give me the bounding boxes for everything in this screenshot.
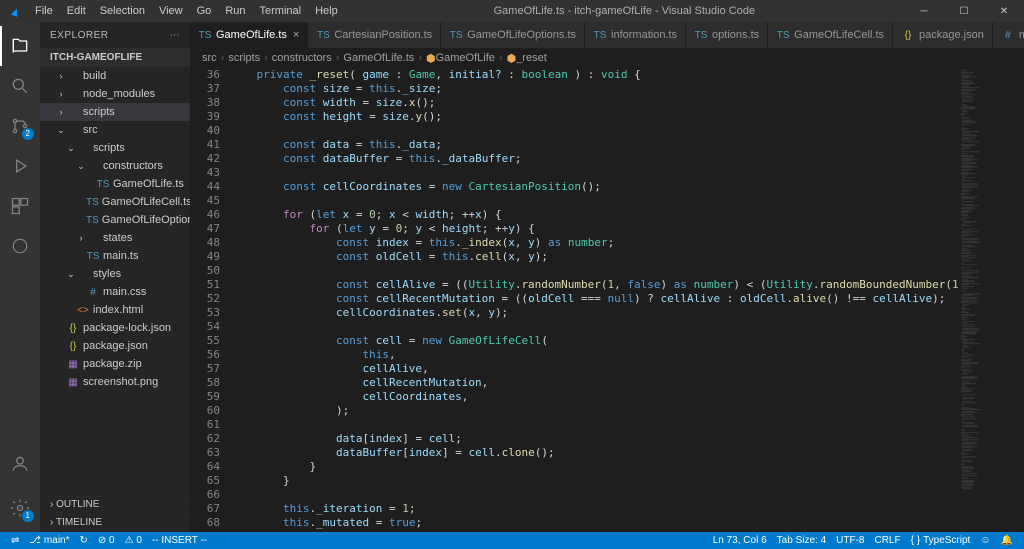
menu-file[interactable]: File [28, 5, 60, 17]
window-maximize[interactable]: ☐ [944, 0, 984, 22]
tab-close-icon[interactable]: × [293, 29, 299, 41]
window-minimize[interactable]: ─ [904, 0, 944, 22]
tree-item[interactable]: ⌄styles [40, 265, 190, 283]
activity-settings[interactable]: 1 [0, 488, 40, 528]
tree-item[interactable]: TSmain.ts [40, 247, 190, 265]
sidebar-more-icon[interactable]: ⋯ [170, 30, 181, 41]
app-icon [0, 4, 28, 18]
activity-account[interactable] [0, 444, 40, 484]
window-title: GameOfLife.ts - itch-gameOfLife - Visual… [345, 5, 904, 17]
tab[interactable]: TSGameOfLife.ts× [190, 22, 308, 48]
minimap[interactable]: ███ ████████ ██████████████████████ ████… [959, 68, 1024, 532]
status-errors[interactable]: ⊘ 0 [93, 535, 120, 546]
activity-debug[interactable] [0, 146, 40, 186]
scm-badge: 2 [22, 128, 34, 140]
tree-item[interactable]: ▦screenshot.png [40, 373, 190, 391]
sidebar-title: EXPLORER [50, 30, 108, 41]
status-feedback-icon[interactable]: ☺ [975, 535, 995, 546]
tree-item[interactable]: ⌄constructors [40, 157, 190, 175]
status-cursor[interactable]: Ln 73, Col 6 [708, 535, 772, 546]
menubar: FileEditSelectionViewGoRunTerminalHelp [28, 5, 345, 17]
menu-selection[interactable]: Selection [93, 5, 152, 17]
settings-badge: 1 [22, 510, 34, 522]
menu-go[interactable]: Go [190, 5, 219, 17]
activity-scm[interactable]: 2 [0, 106, 40, 146]
tree-item[interactable]: {}package-lock.json [40, 319, 190, 337]
tab[interactable]: TSGameOfLifeCell.ts [768, 22, 893, 48]
timeline-section[interactable]: › TIMELINE [40, 514, 190, 532]
tree-item[interactable]: <>index.html [40, 301, 190, 319]
status-tabsize[interactable]: Tab Size: 4 [772, 535, 831, 546]
status-mode: -- INSERT -- [147, 535, 212, 546]
file-tree: ›build›node_modules›scripts⌄src⌄scripts⌄… [40, 67, 190, 495]
breadcrumb[interactable]: src›scripts›constructors›GameOfLife.ts›⬢… [190, 48, 1024, 68]
activity-remote[interactable] [0, 226, 40, 266]
menu-run[interactable]: Run [218, 5, 252, 17]
tab[interactable]: TSGameOfLifeOptions.ts [441, 22, 585, 48]
status-bell-icon[interactable]: 🔔 [996, 535, 1018, 546]
status-branch[interactable]: ⎇ main* [24, 535, 74, 546]
tree-item[interactable]: ›states [40, 229, 190, 247]
tab-bar: TSGameOfLife.ts×TSCartesianPosition.tsTS… [190, 22, 1024, 48]
menu-edit[interactable]: Edit [60, 5, 93, 17]
outline-section[interactable]: › OUTLINE [40, 496, 190, 514]
tab[interactable]: TSinformation.ts [585, 22, 686, 48]
activity-search[interactable] [0, 66, 40, 106]
status-sync[interactable]: ↻ [75, 535, 93, 546]
status-lang[interactable]: { } TypeScript [906, 535, 976, 546]
status-remote-icon[interactable]: ⇌ [6, 535, 24, 546]
status-warnings[interactable]: ⚠ 0 [120, 535, 147, 546]
tree-item[interactable]: TSGameOfLifeOptions.ts [40, 211, 190, 229]
tab[interactable]: {}package.json [893, 22, 993, 48]
tree-item[interactable]: ›build [40, 67, 190, 85]
menu-terminal[interactable]: Terminal [253, 5, 309, 17]
tree-item[interactable]: ›node_modules [40, 85, 190, 103]
code-editor[interactable]: private _reset( game : Game, initial? : … [230, 68, 959, 532]
tree-item[interactable]: ▦package.zip [40, 355, 190, 373]
activity-extensions[interactable] [0, 186, 40, 226]
status-eol[interactable]: CRLF [869, 535, 905, 546]
tree-item[interactable]: #main.css [40, 283, 190, 301]
line-gutter: 3637383940414243444546474849505152535455… [190, 68, 230, 532]
activity-explorer[interactable] [0, 26, 40, 66]
tab[interactable]: TSoptions.ts [686, 22, 768, 48]
menu-view[interactable]: View [152, 5, 190, 17]
window-close[interactable]: ✕ [984, 0, 1024, 22]
tree-item[interactable]: ⌄scripts [40, 139, 190, 157]
tree-item[interactable]: TSGameOfLifeCell.ts [40, 193, 190, 211]
project-root[interactable]: ITCH-GAMEOFLIFE [40, 50, 190, 65]
tree-item[interactable]: ›scripts [40, 103, 190, 121]
tab[interactable]: #main.css [993, 22, 1024, 48]
tab[interactable]: TSCartesianPosition.ts [308, 22, 441, 48]
status-encoding[interactable]: UTF-8 [831, 535, 869, 546]
tree-item[interactable]: ⌄src [40, 121, 190, 139]
tree-item[interactable]: TSGameOfLife.ts [40, 175, 190, 193]
menu-help[interactable]: Help [308, 5, 345, 17]
tree-item[interactable]: {}package.json [40, 337, 190, 355]
